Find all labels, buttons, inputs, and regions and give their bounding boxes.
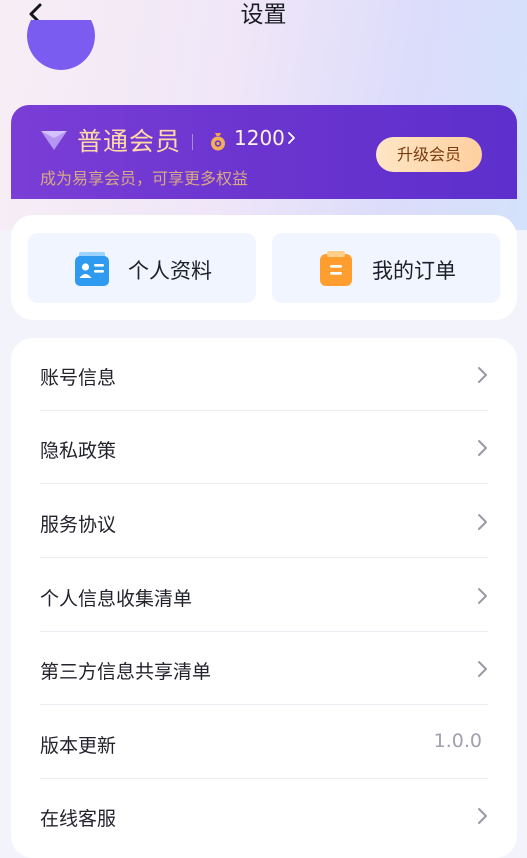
diamond-icon [41, 131, 67, 150]
settings-item-label: 账号信息 [40, 367, 117, 389]
profile-button[interactable]: 个人资料 [28, 233, 256, 303]
settings-item-personal-info-list[interactable]: 个人信息收集清单 [40, 559, 488, 632]
settings-item-version-update[interactable]: 版本更新 1.0.0 [40, 706, 488, 779]
chevron-right-icon[interactable] [287, 131, 297, 145]
settings-item-label: 个人信息收集清单 [40, 588, 193, 610]
settings-item-service-agreement[interactable]: 服务协议 [40, 485, 488, 558]
orders-label: 我的订单 [372, 259, 456, 283]
settings-item-label: 第三方信息共享清单 [40, 661, 212, 683]
chevron-right-icon [478, 588, 487, 604]
member-level: 普通会员 [77, 127, 182, 156]
divider [40, 483, 488, 484]
member-card: 普通会员 1200 成为易享会员，可享更多权益 升级会员 [11, 105, 517, 199]
divider [40, 557, 488, 558]
member-description: 成为易享会员，可享更多权益 [40, 169, 249, 188]
profile-label: 个人资料 [128, 259, 212, 283]
settings-list: 账号信息 隐私政策 服务协议 个人信息收集清单 第三方信息共享清单 版本更新 1… [11, 338, 517, 858]
chevron-right-icon [478, 440, 487, 456]
orders-button[interactable]: 我的订单 [272, 233, 500, 303]
order-clipboard-icon [320, 251, 352, 286]
settings-item-label: 隐私政策 [40, 440, 117, 462]
chevron-right-icon [478, 367, 487, 383]
coin-bag-icon [211, 133, 225, 151]
chevron-right-icon [478, 661, 487, 677]
settings-item-label: 服务协议 [40, 514, 117, 536]
divider [192, 134, 193, 150]
settings-item-label: 版本更新 [40, 735, 117, 757]
upgrade-member-button[interactable]: 升级会员 [376, 137, 482, 172]
points-count[interactable]: 1200 [234, 126, 285, 150]
version-number: 1.0.0 [433, 730, 482, 752]
quick-actions-card: 个人资料 我的订单 [11, 215, 517, 320]
settings-item-online-support[interactable]: 在线客服 [40, 779, 488, 852]
settings-item-privacy-policy[interactable]: 隐私政策 [40, 411, 488, 484]
chevron-right-icon [478, 808, 487, 824]
chevron-right-icon [478, 514, 487, 530]
settings-item-account-info[interactable]: 账号信息 [40, 338, 488, 411]
divider [40, 704, 488, 705]
settings-item-third-party-sharing[interactable]: 第三方信息共享清单 [40, 632, 488, 705]
profile-card-icon [75, 252, 109, 286]
settings-item-label: 在线客服 [40, 808, 117, 830]
